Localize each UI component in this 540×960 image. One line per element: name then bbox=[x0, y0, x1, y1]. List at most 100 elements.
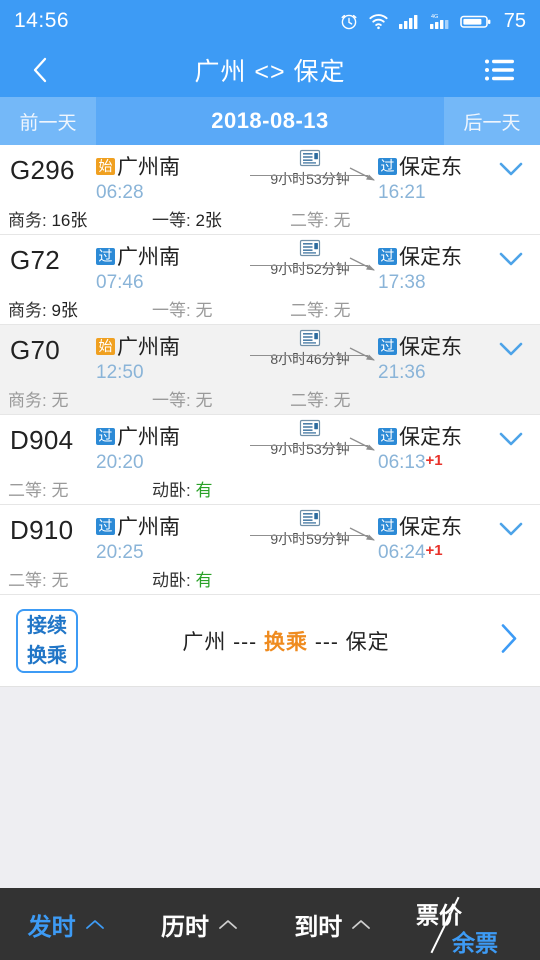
departure-block: 始广州南 06:28 bbox=[96, 151, 180, 204]
departure-block: 过广州南 20:25 bbox=[96, 511, 180, 564]
seat-count-value: 无 bbox=[333, 210, 351, 230]
expand-row-button[interactable] bbox=[496, 339, 526, 364]
seat-count-value: 9张 bbox=[51, 300, 78, 320]
seat-count-value: 无 bbox=[333, 390, 351, 410]
departure-time: 07:46 bbox=[96, 272, 144, 293]
chevron-left-icon bbox=[28, 54, 52, 86]
seat-count-value: 无 bbox=[195, 300, 213, 320]
seat-availability: 二等: 无 bbox=[290, 386, 350, 411]
arrival-type-badge: 过 bbox=[378, 157, 397, 175]
seat-availability: 二等: 无 bbox=[8, 476, 68, 501]
train-number: G72 bbox=[10, 245, 61, 275]
seat-row: 二等: 无 动卧: 有 bbox=[0, 563, 540, 593]
journey-middle: 9小时59分钟 bbox=[248, 509, 375, 549]
chevron-down-icon bbox=[496, 432, 526, 453]
arrival-time-wrap: 06:13+1 bbox=[378, 452, 462, 474]
list-menu-icon bbox=[484, 57, 516, 83]
svg-text:4G: 4G bbox=[431, 14, 438, 20]
sort-departure-label: 发时 bbox=[27, 913, 76, 941]
price-vs-remaining-toggle[interactable]: 票价 余票 bbox=[400, 888, 540, 960]
departure-station-name: 广州南 bbox=[117, 246, 180, 269]
train-row[interactable]: G296 始广州南 06:28 9小时53分钟过保定东 16:21 商务: 16张 一等: … bbox=[0, 145, 540, 235]
departure-block: 过广州南 07:46 bbox=[96, 241, 180, 294]
arrival-time-wrap: 17:38 bbox=[378, 272, 462, 294]
seat-availability: 一等: 2张 bbox=[152, 206, 222, 231]
alarm-icon bbox=[339, 11, 359, 31]
seat-row: 商务: 9张 一等: 无二等: 无 bbox=[0, 293, 540, 323]
seat-class-label: 二等: bbox=[290, 210, 329, 230]
departure-station-line: 过广州南 bbox=[96, 511, 180, 541]
transfer-badge-line1: 接续 bbox=[27, 614, 67, 637]
current-date-label[interactable]: 2018-08-13 bbox=[96, 97, 444, 145]
departure-station-line: 过广州南 bbox=[96, 421, 180, 451]
arrival-station-name: 保定东 bbox=[399, 246, 462, 269]
train-number: D910 bbox=[10, 515, 74, 545]
battery-icon bbox=[459, 11, 492, 31]
transfer-to: 保定 bbox=[345, 630, 390, 654]
seat-count-value: 无 bbox=[333, 300, 351, 320]
chevron-down-icon bbox=[496, 162, 526, 183]
seat-count-value: 无 bbox=[195, 390, 213, 410]
train-row[interactable]: D904 过广州南 20:20 9小时53分钟过保定东 06:13+1 二等: 无动卧: … bbox=[0, 415, 540, 505]
journey-arrow-icon bbox=[348, 436, 378, 454]
seat-class-label: 动卧: bbox=[152, 570, 191, 590]
sort-by-arrival-time[interactable]: 到时 bbox=[267, 907, 400, 942]
arrival-station-line: 过保定东 bbox=[378, 151, 462, 181]
seat-count-value: 16张 bbox=[51, 210, 88, 230]
sort-arrival-label: 到时 bbox=[294, 913, 343, 941]
transfer-suggestion-row[interactable]: 接续 换乘 广州 --- 换乘 --- 保定 bbox=[0, 595, 540, 687]
arrival-block: 过保定东 17:38 bbox=[378, 241, 462, 294]
menu-button[interactable] bbox=[480, 57, 520, 83]
seat-availability: 二等: 无 bbox=[8, 566, 68, 591]
train-row-main: G296 始广州南 06:28 9小时53分钟过保定东 16:21 bbox=[0, 145, 540, 203]
arrival-station-line: 过保定东 bbox=[378, 421, 462, 451]
prev-day-button[interactable]: 前一天 bbox=[0, 97, 96, 145]
train-row[interactable]: D910 过广州南 20:25 9小时59分钟过保定东 06:24+1 二等: 无动卧: … bbox=[0, 505, 540, 595]
expand-row-button[interactable] bbox=[496, 249, 526, 274]
departure-time: 20:25 bbox=[96, 542, 144, 563]
departure-station-line: 始广州南 bbox=[96, 151, 180, 181]
app-header: 广州 <> 保定 bbox=[0, 42, 540, 97]
caret-up-icon bbox=[84, 917, 106, 931]
next-day-button[interactable]: 后一天 bbox=[444, 97, 540, 145]
transfer-from: 广州 bbox=[182, 630, 227, 654]
sort-toolbar: 发时 历时 到时 票价 余票 bbox=[0, 888, 540, 960]
expand-row-button[interactable] bbox=[496, 429, 526, 454]
departure-type-badge: 过 bbox=[96, 427, 115, 445]
departure-time: 06:28 bbox=[96, 182, 144, 203]
chevron-right-icon bbox=[496, 623, 522, 659]
train-row-main: D910 过广州南 20:25 9小时59分钟过保定东 06:24+1 bbox=[0, 505, 540, 563]
seat-availability: 商务: 9张 bbox=[8, 296, 78, 321]
arrival-type-badge: 过 bbox=[378, 427, 397, 445]
train-row[interactable]: G72 过广州南 07:46 9小时52分钟过保定东 17:38 商务: 9张 一等: 无二… bbox=[0, 235, 540, 325]
seat-availability: 商务: 16张 bbox=[8, 206, 87, 231]
transfer-arrow-button[interactable] bbox=[496, 621, 522, 660]
seat-count-value: 无 bbox=[51, 390, 69, 410]
seat-count-value: 无 bbox=[51, 480, 69, 500]
arrival-block: 过保定东 21:36 bbox=[378, 331, 462, 384]
sort-by-duration[interactable]: 历时 bbox=[133, 907, 266, 942]
arrival-time: 06:13 bbox=[378, 452, 426, 473]
journey-arrow-icon bbox=[348, 346, 378, 364]
departure-block: 过广州南 20:20 bbox=[96, 421, 180, 474]
sort-by-departure-time[interactable]: 发时 bbox=[0, 907, 133, 942]
seat-row: 商务: 16张 一等: 2张 二等: 无 bbox=[0, 203, 540, 233]
departure-type-badge: 始 bbox=[96, 337, 115, 355]
expand-row-button[interactable] bbox=[496, 519, 526, 544]
seat-class-label: 二等: bbox=[290, 300, 329, 320]
seat-row: 商务: 无一等: 无二等: 无 bbox=[0, 383, 540, 413]
chevron-down-icon bbox=[496, 252, 526, 273]
arrival-station-line: 过保定东 bbox=[378, 331, 462, 361]
back-button[interactable] bbox=[20, 54, 60, 86]
status-bar: 14:56 4G 75 bbox=[0, 0, 540, 42]
transfer-badge: 接续 换乘 bbox=[16, 608, 78, 673]
departure-station-name: 广州南 bbox=[117, 336, 180, 359]
train-row-main: G70 始广州南 12:50 8小时46分钟过保定东 21:36 bbox=[0, 325, 540, 383]
seat-class-label: 商务: bbox=[8, 390, 47, 410]
arrival-station-name: 保定东 bbox=[399, 336, 462, 359]
train-row[interactable]: G70 始广州南 12:50 8小时46分钟过保定东 21:36 商务: 无一等: 无二等… bbox=[0, 325, 540, 415]
seat-class-label: 二等: bbox=[8, 480, 47, 500]
arrival-type-badge: 过 bbox=[378, 517, 397, 535]
expand-row-button[interactable] bbox=[496, 159, 526, 184]
caret-up-icon bbox=[350, 917, 372, 931]
